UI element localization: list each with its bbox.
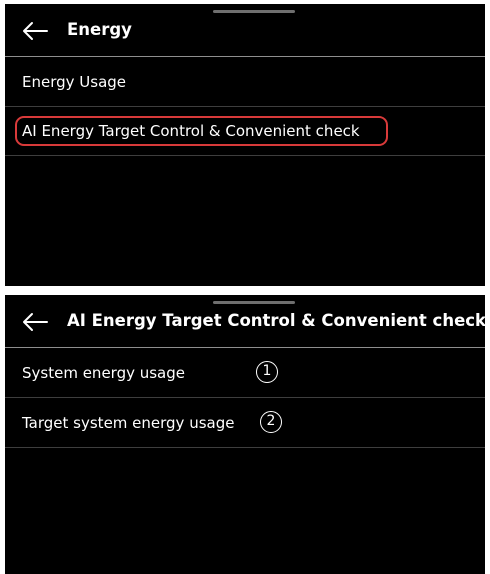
callout-number: 2 [260, 411, 282, 433]
header: Energy [5, 4, 485, 57]
header: AI Energy Target Control & Convenient ch… [5, 295, 485, 348]
menu-item-label: Target system energy usage [22, 414, 235, 432]
menu-item-label: AI Energy Target Control & Convenient ch… [22, 122, 360, 140]
menu-item-label: System energy usage [22, 364, 186, 382]
menu-item-system-energy-usage[interactable]: System energy usage 1 [5, 349, 485, 398]
menu-item-energy-usage[interactable]: Energy Usage [5, 58, 485, 107]
back-arrow-icon[interactable] [21, 21, 49, 41]
page-title: Energy [67, 20, 132, 39]
menu-item-target-system-energy-usage[interactable]: Target system energy usage 2 [5, 399, 485, 448]
back-arrow-icon[interactable] [21, 312, 49, 332]
callout-number: 1 [256, 361, 278, 383]
ai-energy-target-screen: AI Energy Target Control & Convenient ch… [5, 295, 485, 574]
menu-item-ai-energy-target-control[interactable]: AI Energy Target Control & Convenient ch… [5, 107, 485, 156]
page-title: AI Energy Target Control & Convenient ch… [67, 311, 485, 330]
energy-screen: Energy Energy Usage AI Energy Target Con… [5, 4, 485, 286]
menu-item-label: Energy Usage [22, 73, 127, 91]
